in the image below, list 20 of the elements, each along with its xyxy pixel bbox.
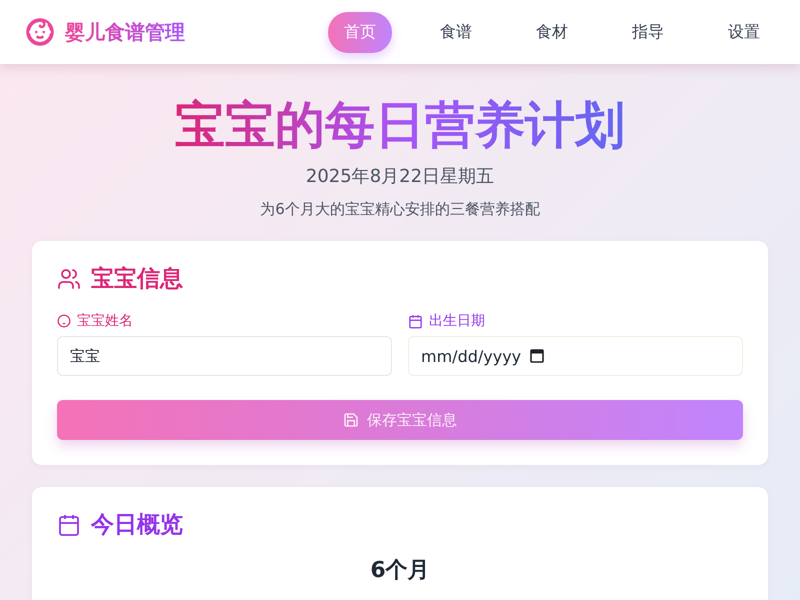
- baby-face-icon: [25, 17, 55, 47]
- subtitle: 为6个月大的宝宝精心安排的三餐营养搭配: [259, 200, 541, 219]
- calendar-icon: [57, 512, 81, 536]
- users-icon: [57, 266, 81, 290]
- nav-tab[interactable]: 食谱: [424, 12, 488, 52]
- field-label: 出生日期: [429, 312, 485, 330]
- calendar-icon: [408, 314, 423, 328]
- field-label: 宝宝姓名: [77, 312, 133, 330]
- date-text: 2025年8月22日星期五: [304, 165, 496, 188]
- date-field[interactable]: mm/dd/yyyy: [408, 336, 743, 376]
- nav-tab[interactable]: 设置: [712, 12, 776, 52]
- card-title: 今日概览: [91, 511, 183, 540]
- name-field[interactable]: 宝宝: [57, 336, 392, 376]
- calendar-icon[interactable]: [530, 349, 544, 363]
- app-title: 婴儿食谱管理: [65, 18, 185, 46]
- baby-face-icon: [57, 314, 71, 328]
- nav-tab[interactable]: 食材: [520, 12, 584, 52]
- nav-tab[interactable]: 指导: [616, 12, 680, 52]
- age-text: 6个月: [369, 558, 431, 584]
- card-title: 宝宝信息: [91, 265, 183, 294]
